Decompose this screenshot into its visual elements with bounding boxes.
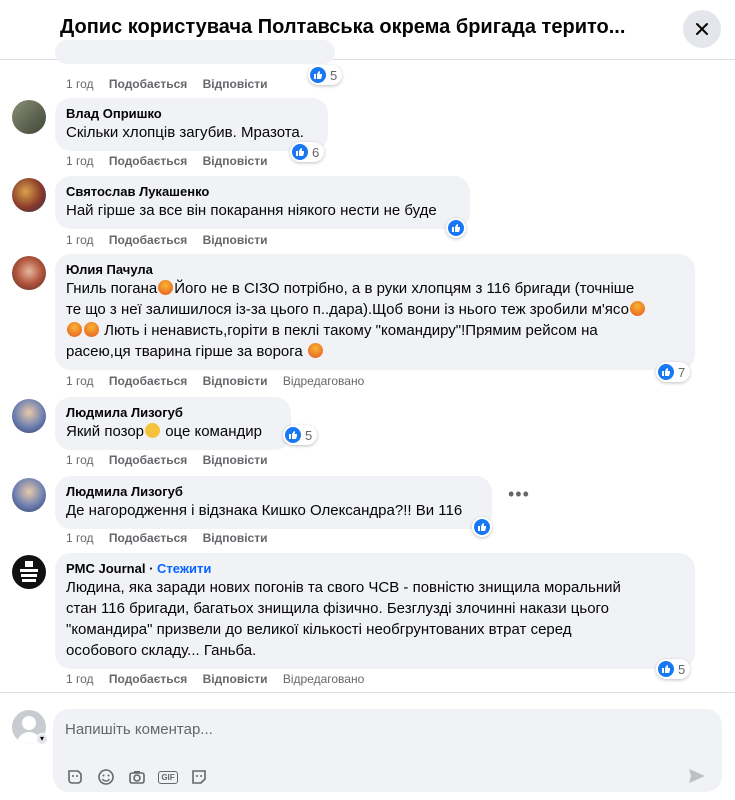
reply-button[interactable]: Відповісти bbox=[203, 531, 268, 545]
chevron-down-icon[interactable]: ▾ bbox=[36, 733, 48, 745]
comment-actions: 1 год Подобається Відповісти bbox=[66, 154, 279, 168]
avatar[interactable] bbox=[12, 478, 46, 512]
gif-icon[interactable]: GIF bbox=[158, 767, 178, 787]
like-button[interactable]: Подобається bbox=[109, 77, 187, 91]
reply-button[interactable]: Відповісти bbox=[203, 453, 268, 467]
like-icon bbox=[292, 144, 308, 160]
reaction-count[interactable]: 5 bbox=[656, 659, 691, 679]
comment-placeholder: Напишіть коментар... bbox=[65, 721, 213, 738]
like-icon bbox=[310, 67, 326, 83]
comment-actions: 1 год Подобається Відповісти bbox=[66, 453, 279, 467]
like-button[interactable]: Подобається bbox=[109, 233, 187, 247]
comment-time[interactable]: 1 год bbox=[66, 77, 94, 91]
comment-author[interactable]: Святослав Лукашенко bbox=[66, 183, 459, 200]
edited-label: Відредаговано bbox=[282, 672, 365, 686]
reply-button[interactable]: Відповісти bbox=[203, 233, 268, 247]
close-icon bbox=[696, 23, 708, 35]
reply-button[interactable]: Відповісти bbox=[203, 154, 268, 168]
comment-time[interactable]: 1 год bbox=[66, 374, 94, 388]
reaction-count[interactable]: 5 bbox=[283, 425, 318, 445]
like-icon bbox=[448, 220, 464, 236]
sticker-icon[interactable] bbox=[65, 767, 85, 787]
angry-emoji-icon bbox=[629, 301, 645, 316]
like-button[interactable]: Подобається bbox=[109, 374, 187, 388]
reaction-count[interactable]: 7 bbox=[656, 362, 691, 382]
comment-input[interactable]: Напишіть коментар... GIF bbox=[53, 709, 722, 792]
comment-actions: 1 год Подобається Відповісти bbox=[66, 233, 279, 247]
angry-emoji-icon bbox=[158, 280, 174, 295]
like-button[interactable]: Подобається bbox=[109, 672, 187, 686]
avatar[interactable] bbox=[12, 178, 46, 212]
angry-emoji-icon bbox=[67, 322, 82, 337]
comment-bubble: Юлия Пачула Гниль погана Його не в СІЗО п… bbox=[55, 254, 695, 370]
comment-text: Гниль погана Його не в СІЗО потрібно, а в… bbox=[66, 278, 684, 362]
avatar-sticker-icon[interactable] bbox=[189, 767, 209, 787]
comment-time[interactable]: 1 год bbox=[66, 672, 94, 686]
comment-text: Де нагородження і відзнака Кишко Олексан… bbox=[66, 502, 463, 519]
comment-actions: 1 год Подобається Відповісти Відредагова… bbox=[66, 374, 376, 388]
sad-emoji-icon bbox=[145, 423, 161, 438]
like-button[interactable]: Подобається bbox=[109, 154, 187, 168]
like-button[interactable]: Подобається bbox=[109, 531, 187, 545]
comment-time[interactable]: 1 год bbox=[66, 531, 94, 545]
comment-composer: ▾ Напишіть коментар... GIF bbox=[0, 692, 735, 800]
like-icon bbox=[658, 661, 674, 677]
comment-author[interactable]: Людмила Лизогуб bbox=[66, 404, 280, 421]
comment-actions: 1 год Подобається Відповісти bbox=[66, 77, 279, 91]
comment-author[interactable]: Людмила Лизогуб bbox=[66, 483, 481, 500]
dialog-title: Допис користувача Полтавська окрема бриг… bbox=[60, 16, 626, 38]
comment-bubble bbox=[55, 40, 335, 64]
angry-emoji-icon bbox=[307, 343, 323, 358]
comment-bubble: Людмила Лизогуб Де нагородження і відзна… bbox=[55, 476, 492, 529]
comment-text: Людина, яка заради нових погонів та свог… bbox=[66, 579, 621, 659]
avatar[interactable] bbox=[12, 399, 46, 433]
comment-bubble: PMC Journal · Стежити Людина, яка заради… bbox=[55, 553, 695, 669]
like-icon bbox=[285, 427, 301, 443]
angry-emoji-icon bbox=[84, 322, 99, 337]
comment-actions: 1 год Подобається Відповісти bbox=[66, 531, 279, 545]
comment-text: Скільки хлопців загубив. Мразота. bbox=[66, 124, 304, 141]
comment-text: Який позор оце командир bbox=[66, 423, 262, 440]
reaction-count[interactable]: 5 bbox=[308, 65, 343, 85]
comment-time[interactable]: 1 год bbox=[66, 453, 94, 467]
reaction-count[interactable] bbox=[446, 218, 466, 238]
send-icon[interactable] bbox=[686, 765, 708, 787]
avatar[interactable] bbox=[12, 256, 46, 290]
comment-actions: 1 год Подобається Відповісти Відредагова… bbox=[66, 672, 376, 686]
reply-button[interactable]: Відповісти bbox=[203, 672, 268, 686]
comment-author[interactable]: PMC Journal bbox=[66, 561, 145, 576]
reply-button[interactable]: Відповісти bbox=[203, 77, 268, 91]
camera-icon[interactable] bbox=[127, 767, 147, 787]
reaction-count[interactable]: 6 bbox=[290, 142, 325, 162]
like-button[interactable]: Подобається bbox=[109, 453, 187, 467]
comment-time[interactable]: 1 год bbox=[66, 154, 94, 168]
more-icon[interactable]: ••• bbox=[508, 484, 530, 505]
comment-author[interactable]: Юлия Пачула bbox=[66, 261, 684, 278]
comment-text: Най гірше за все він покарання ніякого н… bbox=[66, 202, 437, 219]
close-button[interactable] bbox=[683, 10, 721, 48]
comment-author[interactable]: Влад Опришко bbox=[66, 105, 317, 122]
avatar[interactable] bbox=[12, 555, 46, 589]
reply-button[interactable]: Відповісти bbox=[203, 374, 268, 388]
comment-bubble: Людмила Лизогуб Який позор оце командир bbox=[55, 397, 291, 450]
avatar[interactable] bbox=[12, 100, 46, 134]
comment-bubble: Влад Опришко Скільки хлопців загубив. Мр… bbox=[55, 98, 328, 151]
follow-button[interactable]: Стежити bbox=[157, 561, 211, 576]
compose-toolbar: GIF bbox=[65, 767, 209, 787]
comment-bubble: Святослав Лукашенко Най гірше за все він… bbox=[55, 176, 470, 229]
emoji-icon[interactable] bbox=[96, 767, 116, 787]
comment-time[interactable]: 1 год bbox=[66, 233, 94, 247]
like-icon bbox=[474, 519, 490, 535]
reaction-count[interactable] bbox=[472, 517, 492, 537]
pmc-logo-icon bbox=[20, 561, 38, 582]
like-icon bbox=[658, 364, 674, 380]
edited-label: Відредаговано bbox=[282, 374, 365, 388]
